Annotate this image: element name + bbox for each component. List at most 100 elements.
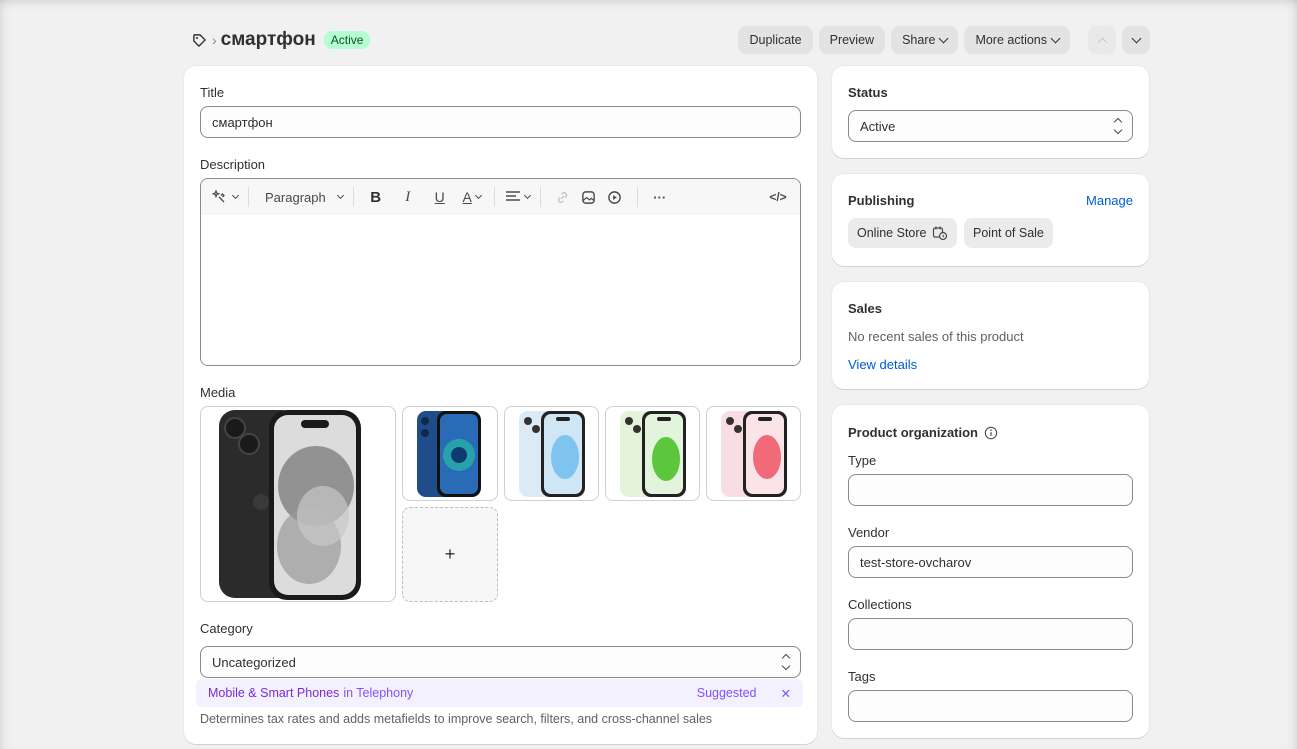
link-icon[interactable] <box>551 184 575 210</box>
select-arrows-icon <box>1113 117 1123 135</box>
align-left-icon <box>505 191 520 201</box>
title-label: Title <box>200 85 225 100</box>
chevron-down-icon <box>474 191 482 200</box>
add-media-button[interactable]: + <box>402 507 498 602</box>
title-input[interactable]: смартфон <box>200 106 801 138</box>
toolbar-divider <box>636 187 638 207</box>
video-icon[interactable] <box>603 184 627 210</box>
chevron-down-icon <box>938 33 949 43</box>
media-item-primary[interactable] <box>200 406 396 602</box>
manage-link[interactable]: Manage <box>1086 193 1133 208</box>
phone-black-image <box>219 410 361 600</box>
bold-button[interactable]: B <box>364 184 388 210</box>
image-icon[interactable] <box>577 184 601 210</box>
italic-button[interactable]: I <box>396 184 420 210</box>
media-label: Media <box>200 385 236 400</box>
toolbar-divider <box>539 187 541 207</box>
sales-card: Sales No recent sales of this product Vi… <box>832 282 1149 389</box>
more-actions-button[interactable]: More actions <box>964 26 1070 54</box>
previous-product-button[interactable] <box>1088 26 1116 54</box>
channel-label: Online Store <box>857 226 927 240</box>
status-select-value: Active <box>860 118 896 134</box>
category-select-value: Uncategorized <box>212 654 296 670</box>
sales-label: Sales <box>848 301 882 316</box>
tags-input[interactable] <box>848 690 1133 722</box>
select-arrows-icon <box>781 653 791 671</box>
tag-icon[interactable] <box>190 31 208 49</box>
paragraph-select[interactable]: Paragraph <box>259 184 344 210</box>
media-item-light-blue[interactable] <box>504 406 599 501</box>
chevron-up-icon <box>1097 37 1107 47</box>
suggested-tag: Suggested <box>696 686 757 700</box>
toolbar-divider <box>352 187 354 207</box>
status-select[interactable]: Active <box>848 110 1133 142</box>
share-label: Share <box>902 33 936 47</box>
view-details-link[interactable]: View details <box>848 357 917 372</box>
app-frame: › смартфон Active Duplicate Preview Shar… <box>0 0 1297 749</box>
description-textarea[interactable] <box>201 215 800 365</box>
channel-label: Point of Sale <box>973 226 1044 240</box>
status-badge: Active <box>323 31 371 49</box>
media-item-pink[interactable] <box>706 406 801 501</box>
text-color-label: A <box>462 189 472 205</box>
category-help-text: Determines tax rates and adds metafields… <box>200 712 713 726</box>
toolbar-divider <box>248 187 249 207</box>
sales-text: No recent sales of this product <box>848 329 1024 344</box>
vendor-input[interactable]: test-store-ovcharov <box>848 546 1133 578</box>
paragraph-label: Paragraph <box>265 189 326 205</box>
channel-online-store[interactable]: Online Store <box>848 218 958 248</box>
status-card: Status Active <box>832 66 1149 158</box>
editor-toolbar: Paragraph B I U A ··· </> <box>201 179 800 215</box>
magic-icon[interactable] <box>211 184 240 210</box>
align-button[interactable] <box>505 184 531 210</box>
category-label: Category <box>200 621 253 636</box>
description-editor: Paragraph B I U A ··· </> <box>200 178 801 366</box>
product-details-card: Title смартфон Description Paragraph B I… <box>184 66 817 744</box>
vendor-input-value: test-store-ovcharov <box>860 554 972 570</box>
chevron-down-icon <box>336 191 344 200</box>
preview-button[interactable]: Preview <box>818 26 886 54</box>
chevron-down-icon <box>231 191 240 200</box>
phone-light-blue-image <box>518 410 585 497</box>
media-item-blue[interactable] <box>402 406 498 501</box>
collections-label: Collections <box>848 597 912 612</box>
suggested-category: Mobile & Smart Phones <box>208 686 340 700</box>
description-label: Description <box>200 157 266 172</box>
phone-green-image <box>619 410 686 497</box>
calendar-clock-icon <box>933 226 948 241</box>
product-organization-card: Product organization Type Vendor test-st… <box>832 405 1149 738</box>
page-header: › смартфон Active Duplicate Preview Shar… <box>186 25 1150 55</box>
type-label: Type <box>848 453 877 468</box>
duplicate-button[interactable]: Duplicate <box>738 26 813 54</box>
underline-button[interactable]: U <box>428 184 452 210</box>
channel-point-of-sale[interactable]: Point of Sale <box>964 218 1053 248</box>
page-title: смартфон <box>220 29 316 50</box>
chevron-down-icon <box>523 191 531 200</box>
publishing-card: Publishing Manage Online Store Point of … <box>832 174 1149 266</box>
media-item-green[interactable] <box>605 406 700 501</box>
next-product-button[interactable] <box>1122 26 1150 54</box>
share-button[interactable]: Share <box>891 26 959 54</box>
info-icon[interactable] <box>984 426 998 440</box>
phone-pink-image <box>720 410 787 497</box>
type-input[interactable] <box>848 474 1133 506</box>
title-input-value: смартфон <box>212 114 273 130</box>
code-view-button[interactable]: </> <box>766 184 790 210</box>
product-organization-heading: Product organization <box>848 425 998 440</box>
product-organization-label: Product organization <box>848 425 978 440</box>
status-label: Status <box>848 85 888 100</box>
text-color-button[interactable]: A <box>460 184 484 210</box>
publishing-label: Publishing <box>848 193 915 208</box>
toolbar-divider <box>493 187 495 207</box>
phone-blue-image <box>417 410 481 497</box>
more-formatting-button[interactable]: ··· <box>648 184 672 210</box>
category-select[interactable]: Uncategorized <box>200 646 801 678</box>
category-suggestion[interactable]: Mobile & Smart Phones in Telephony Sugge… <box>196 679 803 707</box>
vendor-label: Vendor <box>848 525 890 540</box>
collections-input[interactable] <box>848 618 1133 650</box>
suggested-category-parent: in Telephony <box>343 686 414 700</box>
chevron-down-icon <box>1050 33 1061 43</box>
dismiss-suggestion-button[interactable]: ✕ <box>781 686 791 701</box>
chevron-down-icon <box>1131 33 1141 43</box>
breadcrumb-separator: › <box>212 32 217 48</box>
